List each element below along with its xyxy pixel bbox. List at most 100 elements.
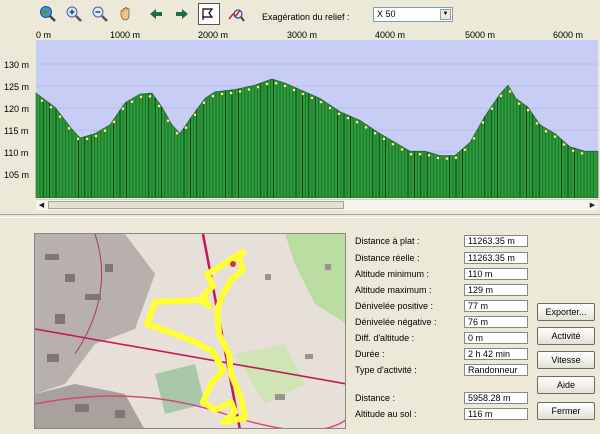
track-point (472, 136, 476, 141)
arrow-right-icon[interactable] (172, 4, 192, 24)
x-tick: 6000 m (553, 30, 583, 40)
close-button[interactable]: Fermer (537, 402, 595, 420)
track-point (535, 121, 539, 126)
track-point (445, 156, 449, 161)
scroll-left-icon[interactable]: ◀ (36, 200, 47, 210)
chevron-down-icon: ▼ (440, 9, 451, 20)
x-tick: 5000 m (465, 30, 495, 40)
zoom-out-icon[interactable] (90, 4, 110, 24)
track-point (94, 134, 98, 138)
stat-label: Altitude maximum : (355, 285, 432, 295)
route-map[interactable] (34, 233, 346, 429)
stat-value: 116 m (464, 408, 528, 420)
track-point (76, 137, 80, 141)
stat-value: 129 m (464, 284, 528, 296)
track-point (166, 119, 170, 123)
export-button[interactable]: Exporter... (537, 303, 595, 321)
profile-search-icon[interactable] (226, 4, 246, 24)
track-point (436, 156, 440, 160)
track-point (175, 131, 179, 136)
track-point (454, 155, 458, 160)
track-point (139, 95, 143, 99)
track-point (310, 96, 314, 100)
stat-value: 0 m (464, 332, 528, 344)
track-point (148, 94, 152, 99)
track-point (265, 82, 269, 86)
panel-divider[interactable] (0, 214, 600, 218)
track-point (283, 84, 287, 88)
track-point (319, 100, 323, 104)
x-tick: 0 m (36, 30, 51, 40)
track-point (580, 151, 584, 156)
track-point (481, 120, 485, 125)
exaggeration-select[interactable]: X 50 ▼ (373, 7, 453, 22)
track-point (40, 98, 44, 103)
track-point (463, 148, 467, 152)
track-point (364, 125, 368, 130)
track-point (571, 148, 575, 153)
stat-value: 110 m (464, 268, 528, 280)
track-point (274, 81, 278, 85)
pan-hand-icon[interactable] (116, 4, 136, 24)
profile-select-icon[interactable] (198, 3, 220, 25)
track-point (427, 153, 431, 158)
track-point (49, 105, 53, 109)
scrollbar-thumb[interactable] (48, 201, 344, 209)
track-point (238, 89, 242, 94)
stat-label: Distance réelle : (355, 253, 420, 263)
zoom-globe-icon[interactable] (38, 4, 58, 24)
stat-label: Distance : (355, 393, 396, 403)
track-point (391, 142, 395, 146)
exaggeration-value: X 50 (377, 9, 396, 19)
stat-label: Dénivelée positive : (355, 301, 434, 311)
track-point (220, 92, 224, 96)
track-point (256, 85, 260, 89)
track-point (409, 152, 413, 156)
profile-scrollbar[interactable]: ◀ ▶ (36, 199, 598, 210)
track-point (85, 137, 89, 141)
x-tick: 3000 m (287, 30, 317, 40)
track-point (130, 99, 134, 104)
track-point (229, 91, 233, 95)
track-point (328, 106, 332, 110)
y-tick: 130 m (4, 60, 29, 70)
stat-label: Altitude minimum : (355, 269, 430, 279)
stat-label: Dénivelée négative : (355, 317, 437, 327)
track-point (103, 128, 107, 133)
track-point (292, 88, 296, 92)
stat-label: Distance à plat : (355, 236, 420, 246)
stat-value: 77 m (464, 300, 528, 312)
track-point (499, 94, 503, 98)
speed-button[interactable]: Vitesse (537, 351, 595, 369)
track-point (382, 137, 386, 141)
track-point (301, 92, 305, 96)
y-tick: 105 m (4, 170, 29, 180)
track-point (544, 129, 548, 134)
track-point (553, 134, 557, 139)
y-tick: 125 m (4, 82, 29, 92)
activity-button[interactable]: Activité (537, 327, 595, 345)
stat-value: 11263.35 m (464, 235, 528, 247)
track-point (337, 112, 341, 116)
scroll-right-icon[interactable]: ▶ (587, 200, 598, 210)
track-point (346, 116, 350, 120)
track-point (400, 147, 404, 152)
track-point (355, 120, 359, 124)
stat-value: 76 m (464, 316, 528, 328)
zoom-in-icon[interactable] (64, 4, 84, 24)
track-point (193, 113, 197, 117)
stat-value: 5958.28 m (464, 392, 528, 404)
x-tick: 4000 m (375, 30, 405, 40)
track-point (418, 152, 422, 156)
elevation-profile[interactable]: 0 m 1000 m 2000 m 3000 m 4000 m 5000 m 6… (0, 30, 600, 198)
track-point (121, 106, 125, 111)
x-axis-ticks: 0 m 1000 m 2000 m 3000 m 4000 m 5000 m 6… (36, 30, 583, 40)
arrow-left-icon[interactable] (146, 4, 166, 24)
stat-value: Randonneur (464, 364, 528, 376)
track-point (508, 89, 512, 94)
track-point (211, 94, 215, 98)
track-point (184, 126, 188, 130)
stat-value: 2 h 42 min (464, 348, 528, 360)
help-button[interactable]: Aide (537, 376, 595, 394)
track-point (112, 120, 116, 124)
